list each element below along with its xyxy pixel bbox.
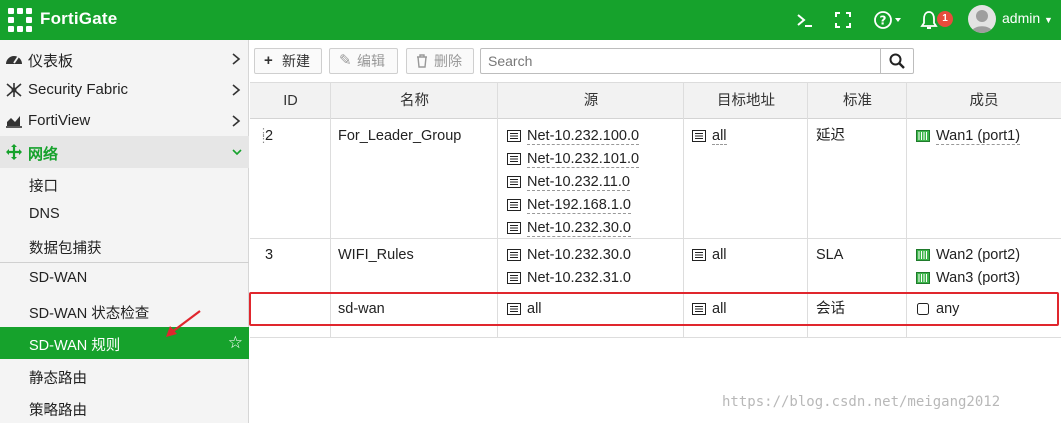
plus-icon: + [264,52,273,69]
address-icon [507,130,521,142]
search-input[interactable] [480,48,881,74]
chevron-down-icon: ▼ [1044,15,1053,25]
sd-wan-rules-table: ID 名称 源 目标地址 标准 成员 ⋮ ⋮ 2 For_Leader_Group… [250,82,1061,423]
fortigate-logo-icon [8,8,32,32]
sidebar-item-interfaces[interactable]: 接口 [0,168,249,200]
help-icon[interactable]: ? [873,9,905,31]
address-object[interactable]: Net-192.168.1.0 [505,194,639,217]
user-menu[interactable]: admin ▼ [1002,10,1053,26]
row-destination: all [690,125,727,148]
console-icon[interactable] [795,9,815,31]
address-icon [692,130,706,142]
column-header-criteria[interactable]: 标准 [808,82,907,119]
trash-icon [417,54,427,68]
sidebar-item-sd-wan[interactable]: SD-WAN [0,263,249,295]
edit-button[interactable]: ✎ 编辑 [329,48,398,74]
highlight-box [249,292,1059,326]
svg-text:?: ? [880,14,887,28]
sidebar-item-sd-wan-rules[interactable]: SD-WAN 规则 ☆ [0,327,249,359]
interface-icon [916,130,930,142]
row-criteria: SLA [816,247,844,263]
column-header-source[interactable]: 源 [498,82,684,119]
sidebar-item-dashboard[interactable]: 仪表板 [0,43,249,75]
address-icon [507,199,521,211]
sidebar-item-sd-wan-status-check[interactable]: SD-WAN 状态检查 [0,295,249,327]
address-icon [507,272,521,284]
address-icon [507,222,521,234]
sidebar-item-packet-capture[interactable]: 数据包捕获 [0,230,249,262]
avatar[interactable] [968,5,996,33]
address-object[interactable]: Net-10.232.30.0 [505,244,631,267]
notifications-icon[interactable] [920,9,938,31]
address-icon [507,249,521,261]
annotation-arrow-icon [166,310,201,337]
sidebar-item-security-fabric[interactable]: Security Fabric [0,74,249,106]
row-source: Net-10.232.30.0 Net-10.232.31.0 [505,244,631,290]
chevron-down-icon [232,149,242,156]
member-interface[interactable]: Wan1 (port1) [914,125,1021,148]
sidebar-item-dns[interactable]: DNS [0,199,249,231]
address-object[interactable]: Net-10.232.101.0 [505,148,640,171]
delete-button[interactable]: 删除 [406,48,474,74]
row-id: 3 [265,247,274,263]
chevron-right-icon [232,53,241,65]
notification-badge: 1 [937,11,953,27]
row-name: WIFI_Rules [338,247,414,263]
row-criteria: 延迟 [816,128,845,144]
row-members: Wan2 (port2) Wan3 (port3) [914,244,1020,290]
pencil-icon: ✎ [339,52,352,69]
favorite-star-icon[interactable]: ☆ [228,334,243,352]
address-object[interactable]: Net-10.232.31.0 [505,267,631,290]
sidebar-item-network[interactable]: 网络 [0,136,249,168]
address-object[interactable]: all [690,125,727,148]
chevron-right-icon [232,115,241,127]
chevron-right-icon [232,84,241,96]
column-header-members[interactable]: 成员 [907,82,1061,119]
member-interface[interactable]: Wan2 (port2) [914,244,1020,267]
network-icon [6,144,22,160]
new-button[interactable]: + 新建 [254,48,322,74]
address-icon [692,249,706,261]
row-destination: all [690,244,727,267]
fabric-icon [6,83,22,97]
search-icon [889,53,905,69]
row-source: Net-10.232.100.0 Net-10.232.101.0 Net-10… [505,125,640,240]
row-name: For_Leader_Group [338,128,462,144]
address-icon [507,176,521,188]
brand-name: FortiGate [40,9,118,28]
dashboard-icon [6,56,22,64]
interface-icon [916,272,930,284]
sidebar-item-static-routes[interactable]: 静态路由 [0,360,249,392]
row-members: Wan1 (port1) [914,125,1021,148]
column-header-destination[interactable]: 目标地址 [684,82,808,119]
sidebar-item-policy-routes[interactable]: 策略路由 [0,392,249,423]
address-icon [507,153,521,165]
watermark: https://blog.csdn.net/meigang2012 [722,394,1001,410]
sidebar-item-fortiview[interactable]: FortiView [0,105,249,137]
search-button[interactable] [880,48,914,74]
row-id: 2 [265,128,274,144]
column-header-id[interactable]: ID [250,82,331,119]
address-object[interactable]: Net-10.232.30.0 [505,217,639,240]
sidebar: 仪表板 Security Fabric FortiView 网络 接口 DNS … [0,40,249,423]
address-object[interactable]: Net-10.232.11.0 [505,171,639,194]
address-object[interactable]: Net-10.232.100.0 [505,125,640,148]
address-object[interactable]: all [690,244,727,267]
column-header-name[interactable]: 名称 [331,82,498,119]
chart-icon [6,116,22,128]
top-header: FortiGate ? 1 admin ▼ [0,0,1061,40]
interface-icon [916,249,930,261]
fullscreen-icon[interactable] [834,9,852,31]
member-interface[interactable]: Wan3 (port3) [914,267,1020,290]
